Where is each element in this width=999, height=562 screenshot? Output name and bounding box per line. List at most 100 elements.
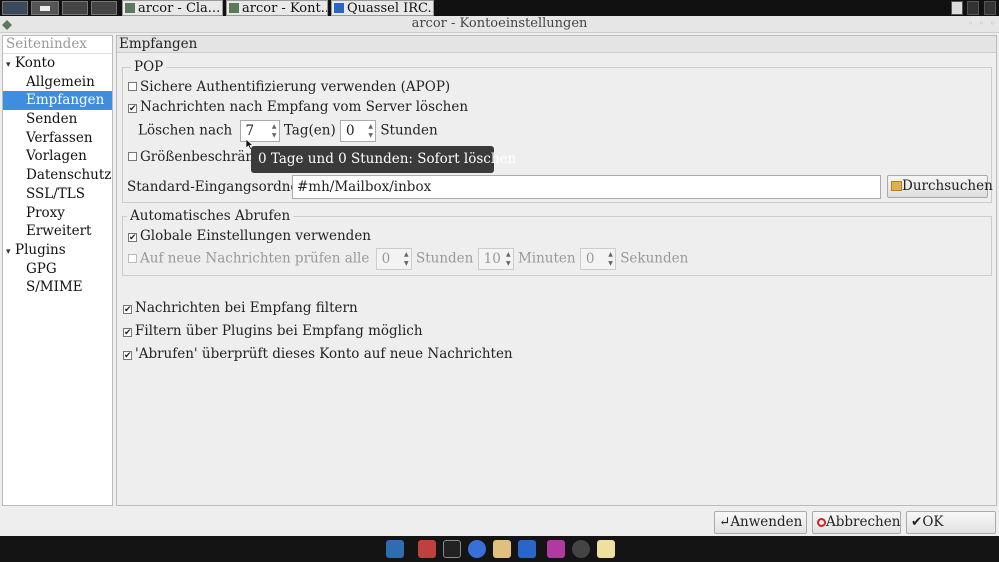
inbox-label: Standard-Eingangsordner xyxy=(127,179,305,195)
desktop-2-icon[interactable] xyxy=(62,1,88,15)
spin-up-icon[interactable]: ▲ xyxy=(608,252,613,258)
size-limit-checkbox[interactable] xyxy=(128,152,137,161)
interval-hours-label: Stunden xyxy=(415,250,474,267)
bottom-dock xyxy=(0,536,999,562)
sidebar-item-vorlagen[interactable]: Vorlagen xyxy=(3,147,112,166)
global-settings-row: ✔ Globale Einstellungen verwenden xyxy=(128,227,371,245)
interval-minutes-label: Minuten xyxy=(517,250,576,267)
interval-minutes-spinbox[interactable]: 10 ▲ ▼ xyxy=(477,248,514,270)
filter-on-receive-checkbox[interactable]: ✔ xyxy=(123,305,132,315)
maximize-icon[interactable]: ◦ xyxy=(977,19,986,29)
apop-checkbox[interactable] xyxy=(128,82,137,91)
check-interval-label: Auf neue Nachrichten prüfen alle xyxy=(140,250,370,267)
volume-tray-icon[interactable] xyxy=(984,1,996,15)
window-titlebar[interactable]: arcor - Kontoeinstellungen ◦ ◦ ◦ xyxy=(0,16,999,33)
quassel-icon xyxy=(334,3,344,13)
pop-group: POP Sichere Authentifizierung verwenden … xyxy=(122,59,993,203)
desktop-3-icon[interactable] xyxy=(91,1,117,15)
sidebar-item-datenschutz[interactable]: Datenschutz xyxy=(3,166,112,185)
delete-on-server-row: ✔ Nachrichten nach Empfang vom Server lös… xyxy=(128,98,468,116)
sidebar-item-verfassen[interactable]: Verfassen xyxy=(3,129,112,148)
delete-delay-tooltip: 0 Tage und 0 Stunden: Sofort löschen xyxy=(251,146,516,173)
sidebar-item-proxy[interactable]: Proxy xyxy=(3,204,112,223)
text-editor-icon[interactable] xyxy=(597,540,615,558)
filter-on-receive-label: Nachrichten bei Empfang filtern xyxy=(135,300,358,316)
task-arcor-konto[interactable]: arcor - Kont... xyxy=(226,0,328,16)
auto-fetch-group: Automatisches Abrufen ✔ Globale Einstellu… xyxy=(122,208,992,276)
close-icon[interactable]: ◦ xyxy=(988,19,997,29)
page-title: Empfangen xyxy=(117,36,996,53)
delete-on-server-label: Nachrichten nach Empfang vom Server lösc… xyxy=(140,99,469,115)
receive-settings-page: Empfangen POP Sichere Authentifizierung … xyxy=(116,35,997,506)
spin-down-icon[interactable]: ▼ xyxy=(404,261,409,267)
terminal-icon[interactable] xyxy=(443,540,461,558)
delete-after-label: Löschen nach xyxy=(138,122,233,139)
network-tray-icon[interactable] xyxy=(951,1,963,15)
sidebar-item-plugins[interactable]: ▾ Plugins xyxy=(3,241,112,260)
filter-on-receive-row: ✔ Nachrichten bei Empfang filtern xyxy=(123,299,358,317)
account-settings-window: arcor - Kontoeinstellungen ◦ ◦ ◦ Seiteni… xyxy=(0,16,999,536)
desktop-1-icon[interactable] xyxy=(31,1,59,15)
plugin-filter-label: Filtern über Plugins bei Empfang möglich xyxy=(135,323,423,339)
task-quassel-irc[interactable]: Quassel IRC... xyxy=(331,0,434,16)
desktop-manager-icon[interactable] xyxy=(386,540,404,558)
interval-seconds-spinbox[interactable]: 0 ▲ ▼ xyxy=(579,248,616,270)
sidebar-item-ssl-tls[interactable]: SSL/TLS xyxy=(3,185,112,204)
ok-check-icon: ✔ xyxy=(911,514,923,530)
sidebar-item-gpg[interactable]: GPG xyxy=(3,260,112,279)
ok-button[interactable]: ✔OK xyxy=(906,511,996,534)
apop-label: Sichere Authentifizierung verwenden (APO… xyxy=(140,79,451,95)
spin-up-icon[interactable]: ▲ xyxy=(404,252,409,258)
days-unit-label: Tag(en) xyxy=(283,122,336,139)
sidebar-item-empfangen[interactable]: Empfangen xyxy=(3,91,112,111)
auto-fetch-legend: Automatisches Abrufen xyxy=(127,208,294,224)
amazon-icon[interactable] xyxy=(572,540,590,558)
cancel-icon xyxy=(817,518,826,527)
sidebar-item-allgemein[interactable]: Allgemein xyxy=(3,73,112,92)
size-limit-label: Größenbeschränk xyxy=(140,149,263,165)
pop-legend: POP xyxy=(131,59,167,75)
plugin-filter-checkbox[interactable]: ✔ xyxy=(123,328,132,338)
inbox-folder-input[interactable]: #mh/Mailbox/inbox xyxy=(292,175,881,199)
quassel-icon[interactable] xyxy=(518,540,536,558)
interval-seconds-label: Sekunden xyxy=(620,250,689,267)
spin-up-icon[interactable]: ▲ xyxy=(506,252,511,258)
spin-down-icon[interactable]: ▼ xyxy=(272,133,277,139)
expand-arrow-icon[interactable]: ▾ xyxy=(6,243,15,262)
apply-button[interactable]: ↵Anwenden xyxy=(714,511,807,534)
archive-manager-icon[interactable] xyxy=(418,540,436,558)
spin-down-icon[interactable]: ▼ xyxy=(368,133,373,139)
battery-tray-icon[interactable] xyxy=(967,1,979,15)
global-settings-checkbox[interactable]: ✔ xyxy=(128,233,137,243)
spin-up-icon[interactable]: ▲ xyxy=(272,124,277,130)
sidebar-item-smime[interactable]: S/MIME xyxy=(3,278,112,297)
sidebar-header: Seitenindex xyxy=(3,36,112,54)
spin-up-icon[interactable]: ▲ xyxy=(368,124,373,130)
hours-spinbox[interactable]: 0 ▲ ▼ xyxy=(340,120,377,142)
apply-arrow-icon: ↵ xyxy=(719,514,731,530)
music-player-icon[interactable] xyxy=(547,540,565,558)
sidebar-item-konto[interactable]: ▾ Konto xyxy=(3,54,112,73)
claws-mail-icon xyxy=(125,3,135,13)
web-browser-icon[interactable] xyxy=(468,540,486,558)
fetch-checks-account-checkbox[interactable]: ✔ xyxy=(123,351,132,361)
interval-hours-spinbox[interactable]: 0 ▲ ▼ xyxy=(375,248,412,270)
check-interval-checkbox[interactable] xyxy=(128,253,137,263)
sidebar-item-senden[interactable]: Senden xyxy=(3,110,112,129)
spin-down-icon[interactable]: ▼ xyxy=(506,261,511,267)
sidebar-item-erweitert[interactable]: Erweitert xyxy=(3,222,112,241)
cancel-button[interactable]: Abbrechen xyxy=(812,511,901,534)
delete-on-server-checkbox[interactable]: ✔ xyxy=(128,104,137,114)
fetch-checks-account-label: 'Abrufen' überprüft dieses Konto auf neu… xyxy=(135,346,513,362)
page-index-sidebar: Seitenindex ▾ Konto Allgemein Empfangen S… xyxy=(2,35,113,506)
browse-button[interactable]: Durchsuchen xyxy=(887,175,993,198)
global-settings-label: Globale Einstellungen verwenden xyxy=(140,228,372,244)
hours-unit-label: Stunden xyxy=(380,122,438,139)
spin-down-icon[interactable]: ▼ xyxy=(608,261,613,267)
minimize-icon[interactable]: ◦ xyxy=(966,19,975,29)
app-menu-icon[interactable] xyxy=(2,1,28,15)
notes-icon[interactable] xyxy=(493,540,511,558)
task-arcor-claws[interactable]: arcor - Cla... xyxy=(122,0,223,16)
size-limit-row: Größenbeschränk xyxy=(128,148,262,166)
expand-arrow-icon[interactable]: ▾ xyxy=(6,56,15,75)
